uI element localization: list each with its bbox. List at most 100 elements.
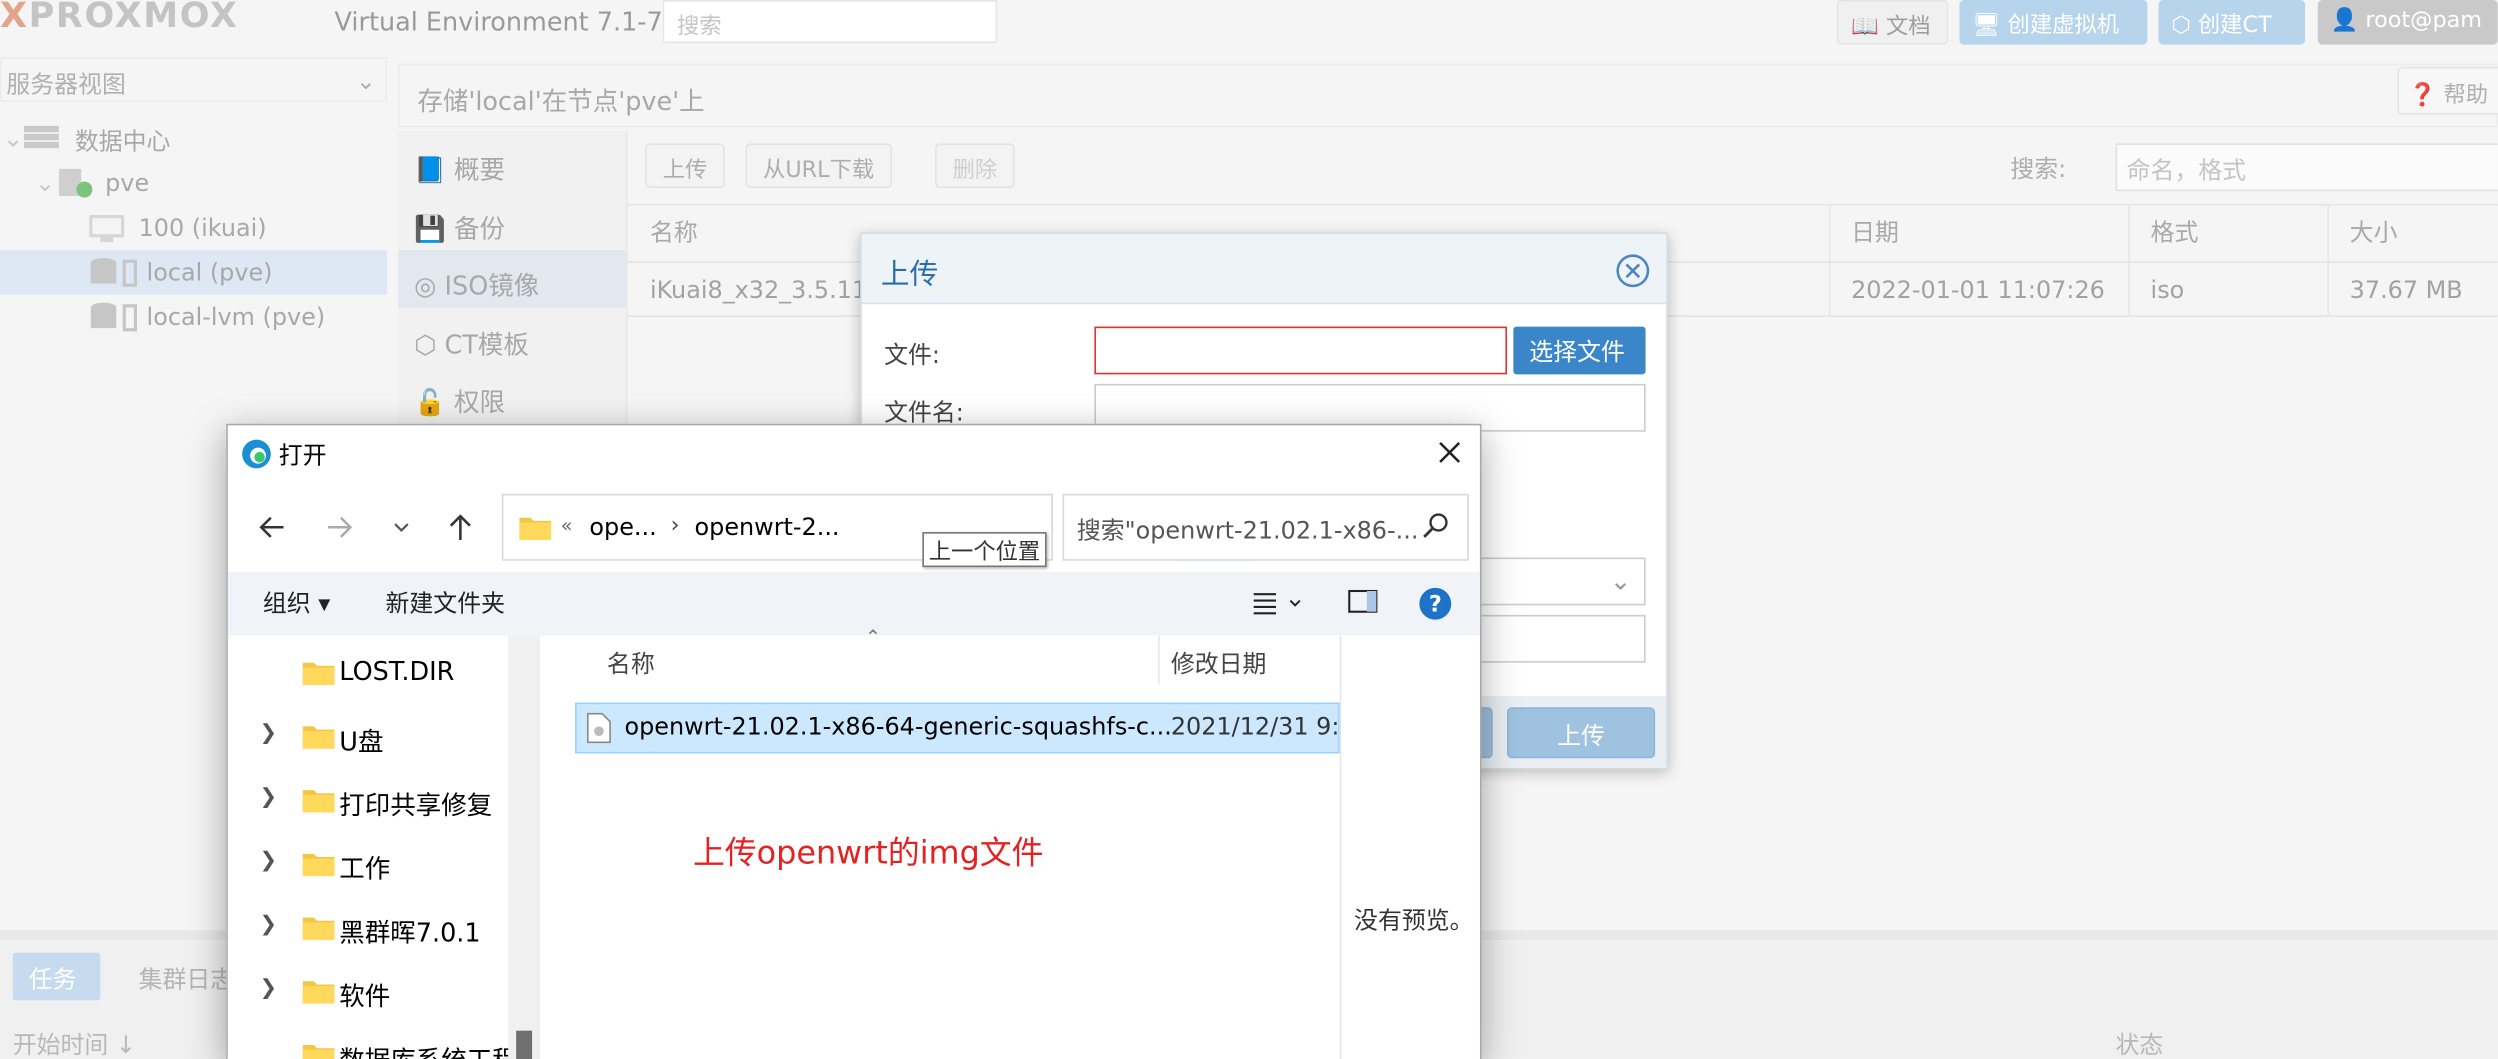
chevron-right-icon: ❯: [259, 721, 278, 746]
nav-folder-item[interactable]: ❯ 黑群晖7.0.1: [228, 897, 508, 958]
tab-cluster-log[interactable]: 集群日志: [139, 962, 235, 995]
database-icon: [89, 256, 140, 288]
recent-dropdown-icon[interactable]: [382, 508, 420, 546]
nav-folder-item[interactable]: 数据库系统工程: [228, 1024, 518, 1059]
folder-search-input[interactable]: 搜索"openwrt-21.02.1-x86-...: [1062, 493, 1469, 561]
divider: [627, 203, 2498, 206]
docs-button[interactable]: 📖 文档: [1836, 0, 1949, 45]
user-icon: 👤: [2330, 7, 2366, 34]
file-icon: [586, 712, 611, 744]
version-text: Virtual Environment 7.1-7: [334, 6, 663, 37]
col-header-name[interactable]: 名称: [650, 215, 698, 248]
chevron-down-icon: ⌄: [35, 168, 56, 198]
view-options-icon[interactable]: [1252, 588, 1303, 620]
new-folder-button[interactable]: 新建文件夹: [386, 586, 505, 619]
breadcrumb-item[interactable]: ope...: [589, 513, 656, 542]
upload-button[interactable]: 上传: [645, 143, 725, 188]
folder-icon: [302, 852, 335, 877]
tree-item-node[interactable]: ⌄ pve: [0, 161, 387, 206]
scrollbar-thumb[interactable]: [516, 1030, 533, 1059]
monitor-icon: [89, 215, 125, 243]
create-ct-button[interactable]: ⬡ 创建CT: [2158, 0, 2306, 45]
up-arrow-icon[interactable]: [441, 508, 479, 546]
file-field[interactable]: [1094, 326, 1507, 375]
submenu-item-ct-templates[interactable]: ⬡ CT模板: [398, 309, 626, 366]
nav-folder-item[interactable]: ❯ 工作: [228, 833, 508, 894]
row-name: iKuai8_x32_3.5.11: [649, 275, 868, 305]
file-list: ⌃ 名称 修改日期 openwrt-21.02.1-x86-64-generic…: [540, 626, 1355, 1059]
grid-search-input[interactable]: 命名，格式: [2115, 143, 2498, 192]
col-header-format[interactable]: 格式: [2151, 215, 2199, 248]
tree-item-storage-local[interactable]: local (pve): [0, 250, 388, 295]
create-vm-button[interactable]: 🖥 创建虚拟机: [1959, 0, 2148, 45]
node-online-icon: [57, 167, 95, 199]
nav-folder-item[interactable]: ❯ 打印共享修复: [228, 769, 508, 830]
nav-folder-item[interactable]: LOST.DIR: [228, 642, 508, 703]
chevron-right-icon: ❯: [259, 912, 278, 937]
svg-text:?: ?: [1429, 592, 1442, 618]
col-header-name[interactable]: 名称: [607, 647, 655, 680]
nav-folder-item[interactable]: ❯ 软件: [228, 961, 508, 1022]
dialog-title: 上传: [880, 258, 939, 292]
forward-arrow-icon[interactable]: [320, 508, 358, 546]
download-url-button[interactable]: 从URL下载: [745, 143, 892, 188]
help-icon[interactable]: ?: [1418, 586, 1453, 621]
disc-icon: ◎: [414, 270, 445, 302]
chevron-down-icon: ⌄: [355, 66, 376, 96]
floppy-icon: 💾: [414, 213, 455, 244]
back-arrow-icon[interactable]: [253, 508, 291, 546]
edge-browser-icon: [241, 438, 273, 470]
col-header-size[interactable]: 大小: [2350, 215, 2398, 248]
nav-folder-item[interactable]: ❯ U盘: [228, 706, 508, 767]
search-icon: [1423, 511, 1452, 546]
chevron-down-icon: ⌄: [3, 124, 24, 153]
row-size: 37.67 MB: [2349, 275, 2463, 305]
cube-icon: ⬡: [414, 329, 445, 361]
tab-tasks[interactable]: 任务: [12, 952, 101, 1001]
col-header-status[interactable]: 状态: [2116, 1027, 2164, 1059]
folder-icon: [302, 1043, 335, 1059]
organize-menu[interactable]: 组织 ▾: [263, 586, 330, 619]
submenu-item-iso[interactable]: ◎ ISO镜像: [398, 250, 627, 308]
breadcrumb-item[interactable]: openwrt-2...: [695, 513, 840, 542]
folder-icon: [302, 980, 335, 1004]
open-file-dialog: 打开 « ope... › openwrt-2... 上一个位置 搜索"open…: [226, 423, 1482, 1059]
row-date: 2022-01-01 11:07:26: [1851, 275, 2105, 305]
content-title: 存储'local'在节点'pve'上: [398, 63, 2498, 128]
tree-item-storage-lvm[interactable]: local-lvm (pve): [0, 295, 387, 340]
submenu-item-summary[interactable]: 📘 概要: [398, 134, 626, 191]
delete-button[interactable]: 删除: [935, 143, 1015, 188]
close-icon[interactable]: [1615, 253, 1650, 288]
chevron-right-icon: ›: [670, 512, 680, 539]
chevron-right-icon: ❯: [259, 785, 278, 810]
preview-pane-icon[interactable]: [1348, 588, 1380, 617]
col-header-start-time[interactable]: 开始时间 ↓: [13, 1027, 136, 1059]
database-icon: [89, 301, 140, 333]
col-header-date[interactable]: 日期: [1851, 215, 1899, 248]
command-bar: 组织 ▾ 新建文件夹 ?: [227, 571, 1480, 636]
grid-search-label: 搜索:: [2010, 154, 2067, 184]
upload-submit-button[interactable]: 上传: [1506, 707, 1656, 759]
submenu-item-permissions[interactable]: 🔓 权限: [398, 366, 626, 423]
chevron-right-icon: ❯: [259, 976, 278, 1001]
global-search-input[interactable]: 搜索: [662, 0, 998, 44]
close-icon[interactable]: [1432, 435, 1467, 470]
choose-file-button[interactable]: 选择文件: [1513, 326, 1646, 375]
folder-icon: [302, 661, 335, 685]
monitor-icon: 🖥: [1972, 12, 2008, 39]
cube-icon: ⬡: [2171, 12, 2198, 39]
user-menu-button[interactable]: 👤 root@pam: [2317, 0, 2498, 45]
server-icon: [23, 124, 59, 149]
view-selector[interactable]: 服务器视图 ⌄: [0, 57, 388, 102]
tree-item-datacenter[interactable]: ⌄ 数据中心: [0, 116, 387, 161]
book-icon: 📘: [414, 154, 455, 185]
col-header-date[interactable]: 修改日期: [1171, 647, 1267, 680]
file-row[interactable]: openwrt-21.02.1-x86-64-generic-squashfs-…: [575, 702, 1355, 754]
submenu-item-backup[interactable]: 💾 备份: [398, 193, 626, 250]
book-icon: 📖: [1851, 14, 1886, 40]
folder-icon: [302, 725, 335, 749]
help-button[interactable]: ❓ 帮助: [2397, 66, 2498, 115]
divider: [1158, 635, 1160, 684]
scrollbar[interactable]: [508, 635, 541, 1059]
tree-item-vm[interactable]: 100 (ikuai): [0, 205, 387, 250]
